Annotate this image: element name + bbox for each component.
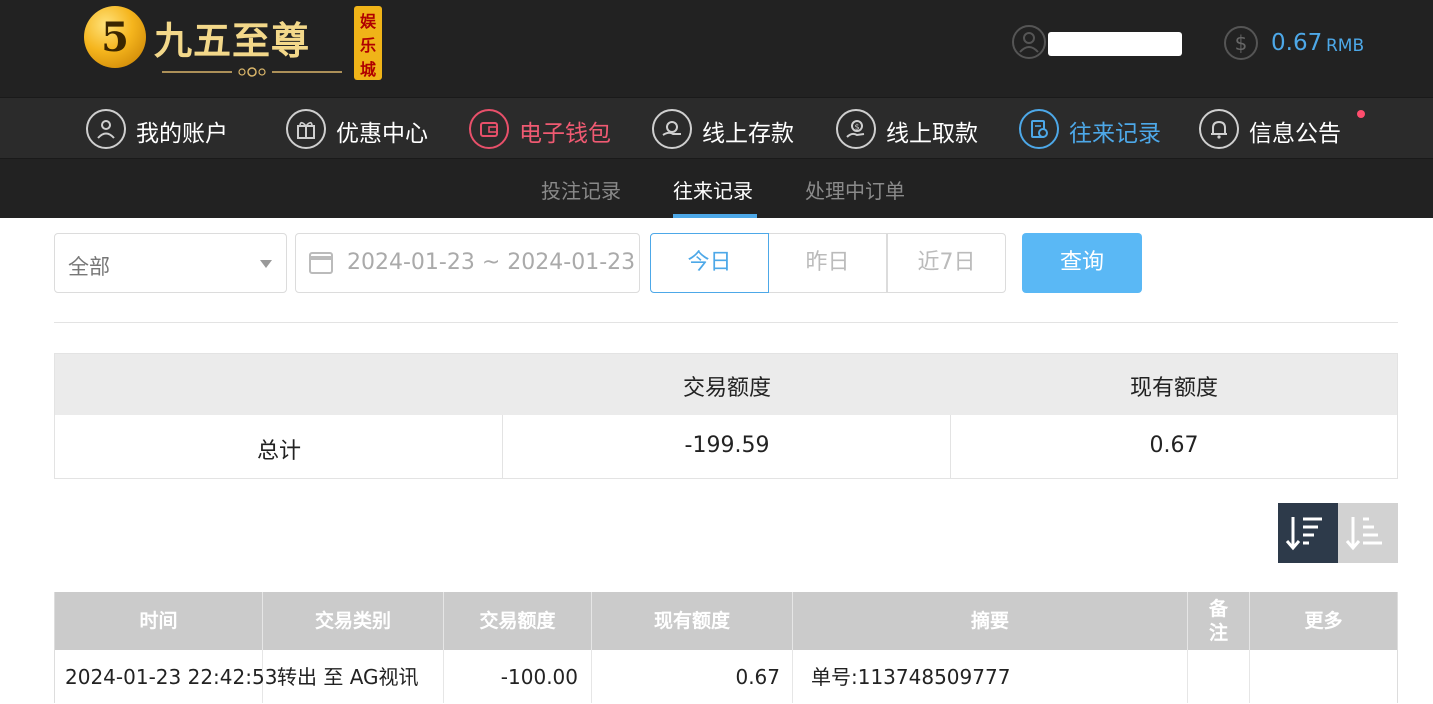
summary-table: 交易额度 现有额度 总计 -199.59 0.67: [54, 353, 1398, 479]
quick-yesterday-button[interactable]: 昨日: [768, 233, 887, 293]
cell-amount: -100.00: [444, 650, 592, 703]
top-header: 5 九五至尊 娱 乐 城 $ 0.67 RMB: [0, 0, 1433, 97]
query-button[interactable]: 查询: [1022, 233, 1142, 293]
column-header-note: 备注: [1188, 592, 1250, 650]
quick-last7days-button[interactable]: 近7日: [887, 233, 1006, 293]
subtab-pending-orders[interactable]: 处理中订单: [805, 175, 905, 204]
summary-total-amount: -199.59: [684, 433, 770, 458]
deposit-icon: [652, 109, 692, 149]
user-circle-icon: [86, 109, 126, 149]
sort-descending-icon: [1285, 517, 1322, 551]
logo-text: 九五至尊: [154, 18, 311, 63]
sort-descending-button[interactable]: [1278, 503, 1338, 563]
user-avatar-icon: [1012, 25, 1046, 59]
cell-balance: 0.67: [592, 650, 793, 703]
cell-note: [1188, 650, 1250, 703]
summary-header-amount: 交易额度: [682, 376, 771, 401]
logo-badge: 娱 乐 城: [354, 6, 382, 80]
cell-time: 2024-01-23 22:42:53: [55, 650, 277, 703]
column-header-time: 时间: [55, 592, 263, 650]
cell-more[interactable]: [1250, 650, 1397, 703]
balance-value: 0.67: [1271, 30, 1323, 56]
site-logo[interactable]: 5 九五至尊 娱 乐 城: [84, 4, 384, 82]
records-table: 时间 交易类别 交易额度 现有额度 摘要 备注 更多 2024-01-23 22…: [54, 592, 1398, 703]
type-select[interactable]: 全部: [54, 233, 287, 293]
subtab-bet-records[interactable]: 投注记录: [541, 175, 621, 204]
records-header: 时间 交易类别 交易额度 现有额度 摘要 备注 更多: [55, 592, 1397, 650]
main-nav: 我的账户 优惠中心 电子钱包 线上存款 $ 线上取款 往来记录 信息公告: [0, 97, 1433, 159]
active-tab-indicator: [673, 214, 757, 218]
column-header-more: 更多: [1304, 610, 1343, 632]
svg-text:$: $: [855, 123, 860, 132]
logo-emblem: 5: [84, 6, 146, 68]
dollar-icon: $: [1224, 26, 1258, 60]
divider: [54, 322, 1398, 323]
bell-icon: [1199, 109, 1239, 149]
balance-area: $ 0.67 RMB: [1224, 24, 1384, 64]
summary-header-balance: 现有额度: [1129, 376, 1218, 401]
caret-down-icon: [260, 260, 272, 268]
user-account-area[interactable]: [1012, 24, 1182, 64]
wallet-icon: [469, 109, 509, 149]
column-header-type: 交易类别: [263, 592, 444, 650]
balance-unit: RMB: [1326, 36, 1365, 56]
notification-dot: [1357, 110, 1365, 118]
cell-type: 转出 至 AG视讯: [263, 650, 444, 703]
records-icon: [1019, 109, 1059, 149]
calendar-icon: [309, 252, 333, 274]
redacted-username: [1048, 32, 1182, 56]
date-range-text: 2024-01-23 ~ 2024-01-23: [347, 250, 636, 275]
summary-total-balance: 0.67: [1149, 433, 1199, 458]
logo-flourish-icon: [162, 67, 342, 77]
withdraw-icon: $: [836, 109, 876, 149]
cell-summary: 单号:113748509777: [793, 650, 1188, 703]
sort-ascending-icon: [1345, 517, 1382, 551]
subtab-transaction-records[interactable]: 往来记录: [673, 175, 753, 204]
summary-total-label: 总计: [256, 439, 301, 464]
quick-today-button[interactable]: 今日: [650, 233, 769, 293]
column-header-amount: 交易额度: [444, 592, 592, 650]
sub-nav: 投注记录 往来记录 处理中订单: [0, 159, 1433, 218]
column-header-balance: 现有额度: [592, 592, 793, 650]
column-header-summary: 摘要: [793, 592, 1188, 650]
date-range-picker[interactable]: 2024-01-23 ~ 2024-01-23: [295, 233, 640, 293]
sort-ascending-button[interactable]: [1338, 503, 1398, 563]
gift-icon: [286, 109, 326, 149]
